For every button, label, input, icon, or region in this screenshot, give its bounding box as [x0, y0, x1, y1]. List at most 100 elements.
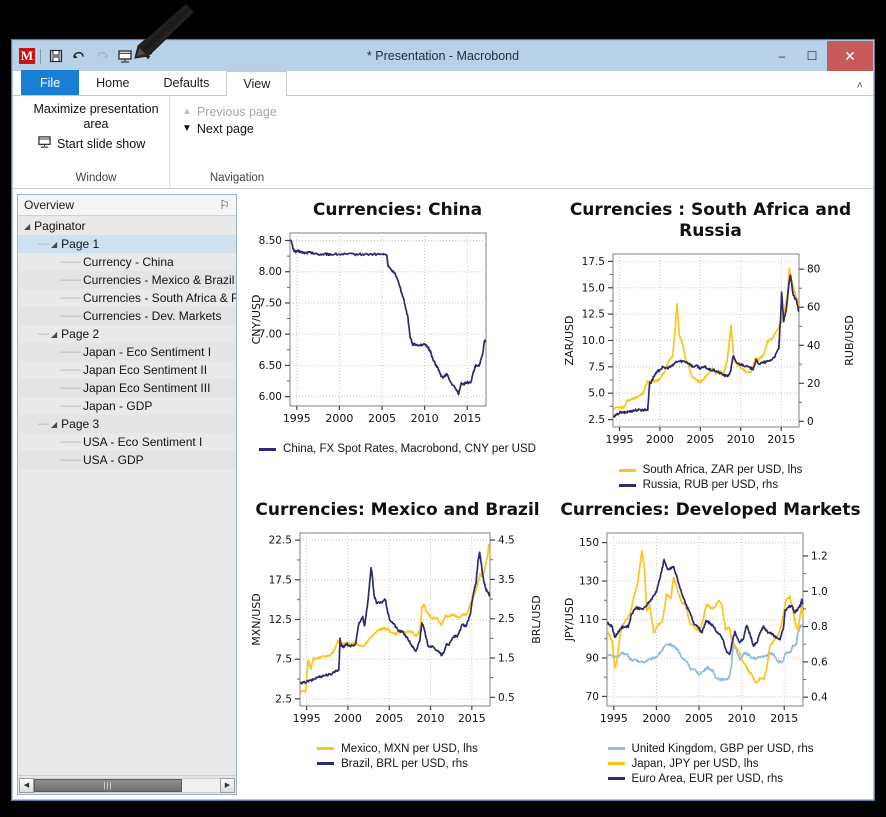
tree-item[interactable]: ——Japan Eco Sentiment II [18, 361, 236, 379]
svg-text:12.5: 12.5 [268, 614, 291, 626]
tree-item[interactable]: ——USA - Eco Sentiment I [18, 433, 236, 451]
start-slide-show-button[interactable]: Start slide show [31, 132, 161, 152]
legend-item[interactable]: Euro Area, EUR per USD, rhs [608, 773, 814, 785]
svg-text:15.0: 15.0 [581, 282, 604, 294]
tree-item[interactable]: —◢Page 3 [18, 415, 236, 433]
macrobond-window: M * Presentation - Macrobond – ☐ ✕ [12, 40, 874, 800]
tab-defaults[interactable]: Defaults [147, 70, 227, 95]
tree-item[interactable]: ——Currencies - Mexico & Brazil [18, 271, 236, 289]
tree-item[interactable]: ——Currencies - Dev. Markets [18, 307, 236, 325]
overview-horizontal-scrollbar[interactable]: ◀ ||| ▶ [18, 775, 236, 794]
legend-item[interactable]: United Kingdom, GBP per USD, rhs [608, 743, 814, 755]
tree-item[interactable]: ——Japan Eco Sentiment III [18, 379, 236, 397]
tree-connector-icon: — [38, 238, 48, 250]
legend-color-swatch [317, 762, 334, 765]
legend-item[interactable]: Mexico, MXN per USD, lhs [317, 743, 478, 755]
pin-icon[interactable]: ⚐ [219, 198, 230, 212]
expander-icon[interactable]: ◢ [51, 240, 57, 249]
chart-title: Currencies : South Africa and Russia [561, 200, 861, 242]
svg-text:1.2: 1.2 [811, 550, 828, 562]
ribbon-group-navigation: ▲ Previous page ▼ Next page Navigation [169, 96, 304, 188]
window-controls: – ☐ ✕ [767, 41, 873, 71]
tree-connector-icon: —— [60, 454, 80, 466]
svg-text:JPY/USD: JPY/USD [563, 597, 576, 642]
scroll-left-arrow-icon[interactable]: ◀ [19, 778, 34, 793]
tree-item[interactable]: —◢Page 2 [18, 325, 236, 343]
tab-view[interactable]: View [226, 71, 287, 96]
chart-legend: Mexico, MXN per USD, lhs Brazil, BRL per … [317, 743, 478, 770]
plot-area[interactable]: 70901101301500.40.60.81.01.2199520002005… [561, 525, 861, 735]
quick-access-toolbar: M [13, 41, 158, 71]
tree-item[interactable]: ——Japan - GDP [18, 397, 236, 415]
legend-item[interactable]: China, FX Spot Rates, Macrobond, CNY per… [259, 443, 536, 455]
next-page-button[interactable]: ▼ Next page [178, 119, 296, 136]
slideshow-icon[interactable] [115, 46, 135, 66]
svg-text:90: 90 [585, 652, 598, 664]
svg-text:2015: 2015 [767, 433, 795, 446]
tree-connector-icon: — [38, 418, 48, 430]
chart-3[interactable]: Currencies: Mexico and Brazil2.57.512.51… [241, 494, 554, 794]
tree-item[interactable]: ◢ Paginator [18, 217, 236, 235]
legend-label: Japan, JPY per USD, lhs [632, 758, 759, 770]
svg-text:RUB/USD: RUB/USD [843, 315, 856, 365]
plot-area[interactable]: 6.006.507.007.508.008.501995200020052010… [248, 225, 548, 435]
expander-icon[interactable]: ◢ [24, 222, 30, 231]
plot-area[interactable]: 2.57.512.517.522.50.51.52.53.54.51995200… [248, 525, 548, 735]
svg-text:CNY/USD: CNY/USD [250, 295, 263, 345]
maximize-button[interactable]: ☐ [797, 41, 827, 71]
legend-color-swatch [608, 747, 625, 750]
tree-item-label: Paginator [34, 219, 85, 233]
cursor-shadow-bar [140, 0, 200, 12]
tree-item-label: USA - Eco Sentiment I [83, 435, 202, 449]
maximize-presentation-area-button[interactable]: Maximize presentation area [31, 102, 161, 132]
expander-icon[interactable]: ◢ [51, 420, 57, 429]
svg-text:1.0: 1.0 [811, 585, 828, 597]
svg-text:10.0: 10.0 [581, 335, 604, 347]
minimize-button[interactable]: – [767, 41, 797, 71]
tree-item[interactable]: —◢Page 1 [18, 235, 236, 253]
tab-file[interactable]: File [21, 70, 79, 95]
tree-item[interactable]: ——Japan - Eco Sentiment I [18, 343, 236, 361]
plot-area[interactable]: 2.55.07.510.012.515.017.5020406080199520… [561, 246, 861, 456]
legend-item[interactable]: Japan, JPY per USD, lhs [608, 758, 814, 770]
legend-item[interactable]: Brazil, BRL per USD, rhs [317, 758, 478, 770]
tree-item-label: Japan - GDP [83, 399, 152, 413]
svg-text:2005: 2005 [368, 412, 396, 425]
undo-icon[interactable] [69, 46, 89, 66]
svg-text:8.00: 8.00 [258, 266, 281, 278]
chart-4[interactable]: Currencies: Developed Markets70901101301… [554, 494, 867, 794]
legend-item[interactable]: South Africa, ZAR per USD, lhs [619, 464, 803, 476]
customize-qat-icon[interactable] [138, 46, 158, 66]
chart-legend: South Africa, ZAR per USD, lhs Russia, RU… [619, 464, 803, 491]
save-icon[interactable] [46, 46, 66, 66]
tree-item[interactable]: ——Currency - China [18, 253, 236, 271]
svg-text:2.5: 2.5 [498, 613, 515, 625]
previous-page-button[interactable]: ▲ Previous page [178, 102, 296, 119]
scrollbar-thumb[interactable]: ||| [34, 779, 182, 792]
svg-text:2.5: 2.5 [588, 414, 605, 426]
tree-item[interactable]: ——Currencies - South Africa & R [18, 289, 236, 307]
expander-icon[interactable]: ◢ [51, 330, 57, 339]
scroll-right-arrow-icon[interactable]: ▶ [220, 778, 235, 793]
tree-item[interactable]: ——USA - GDP [18, 451, 236, 469]
scrollbar-track[interactable]: ||| [34, 778, 220, 793]
main-area: Overview ⚐ ◢Paginator—◢Page 1——Currency … [13, 190, 873, 799]
svg-text:1995: 1995 [599, 712, 627, 725]
chart-1[interactable]: Currencies: China 6.006.507.007.508.008.5… [241, 194, 554, 494]
tree-item-label: Currency - China [83, 255, 174, 269]
legend-color-swatch [317, 747, 334, 750]
svg-text:2005: 2005 [375, 712, 403, 725]
paginator-tree[interactable]: ◢Paginator—◢Page 1——Currency - China——Cu… [18, 216, 236, 775]
svg-text:2010: 2010 [726, 433, 754, 446]
tab-home[interactable]: Home [79, 70, 146, 95]
collapse-ribbon-icon[interactable]: ˄ [857, 80, 863, 92]
legend-label: Mexico, MXN per USD, lhs [341, 743, 478, 755]
tree-connector-icon: —— [60, 400, 80, 412]
svg-text:2000: 2000 [645, 433, 673, 446]
svg-text:17.5: 17.5 [581, 256, 604, 268]
close-button[interactable]: ✕ [827, 41, 873, 71]
chart-title: Currencies: China [313, 200, 482, 221]
legend-item[interactable]: Russia, RUB per USD, rhs [619, 479, 803, 491]
chart-2[interactable]: Currencies : South Africa and Russia2.55… [554, 194, 867, 494]
title-bar: M * Presentation - Macrobond – ☐ ✕ [13, 41, 873, 71]
